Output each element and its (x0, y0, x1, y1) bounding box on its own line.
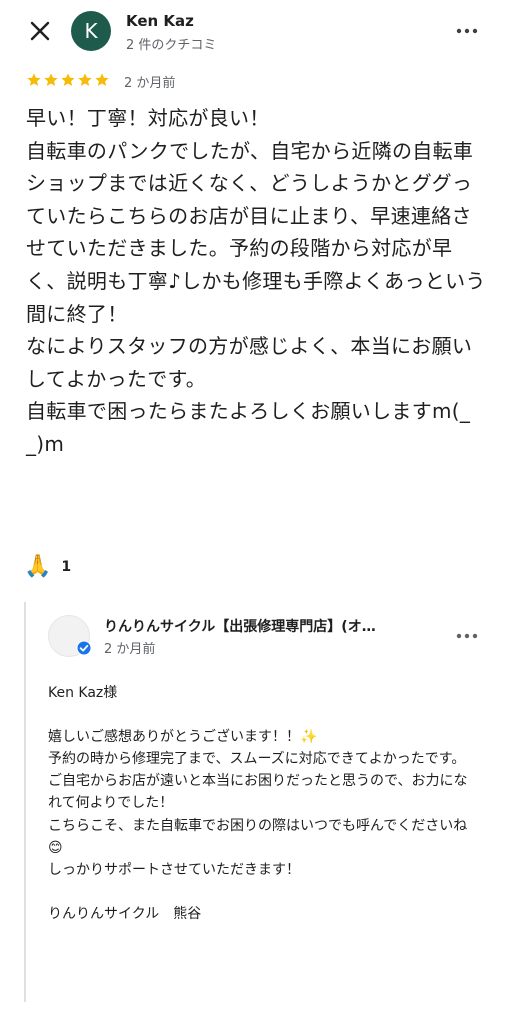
owner-name[interactable]: りんりんサイクル【出張修理専門店】(オ… (104, 616, 428, 636)
close-button[interactable] (26, 17, 54, 45)
star-icon (61, 73, 75, 86)
reaction-button[interactable]: 🙏 1 (24, 554, 71, 579)
star-rating (26, 72, 110, 88)
star-icon (95, 73, 109, 86)
reply-line: Ken Kaz様 (48, 685, 118, 701)
reviewer-name[interactable]: Ken Kaz (126, 12, 194, 30)
star-icon (27, 73, 41, 86)
reply-line: りんりんサイクル 熊谷 (48, 905, 202, 922)
reply-line: ご自宅からお店が遠いと本当にお困りだったと思うので、お力になれて何よりでした！ (48, 773, 468, 812)
review-text: 早い！丁寧！対応が良い！ 自転車のパンクでしたが、自宅から近隣の自転車ショップま… (26, 102, 486, 461)
reaction-count: 1 (61, 558, 72, 575)
more-vert-icon (456, 28, 478, 34)
review-paragraph: 早い！丁寧！対応が良い！ (26, 106, 270, 130)
reply-divider (24, 602, 26, 1002)
star-icon (44, 73, 58, 86)
reply-line: しっかりサポートさせていただきます！ (48, 861, 300, 878)
review-date: 2 か月前 (124, 76, 176, 91)
review-paragraph: なによりスタッフの方が感じよく、本当にお願いしてよかったです。 (26, 334, 473, 391)
reply-more-options-button[interactable] (455, 624, 479, 648)
more-vert-icon (456, 633, 478, 639)
reply-line: 嬉しいご感想ありがとうございます！！✨ (48, 729, 318, 746)
review-count: 2 件のクチコミ (126, 38, 217, 53)
owner-reply-date: 2 か月前 (104, 642, 156, 657)
close-icon (30, 21, 50, 41)
review-paragraph: 自転車で困ったらまたよろしくお願いしますm(_ _)m (26, 399, 471, 456)
avatar[interactable]: K (71, 11, 111, 51)
more-options-button[interactable] (455, 19, 479, 43)
reply-line: 予約の時から修理完了まで、スムーズに対応できてよかったです。 (48, 751, 466, 768)
reply-line: こちらこそ、また自転車でお困りの際はいつでも呼んでくださいね😊 (48, 817, 468, 856)
pray-emoji-icon: 🙏 (24, 554, 52, 579)
owner-reply-text: Ken Kaz様 嬉しいご感想ありがとうございます！！✨ 予約の時から修理完了ま… (48, 682, 478, 925)
verified-badge-icon (76, 640, 92, 656)
reply-line (48, 881, 478, 903)
review-paragraph: 自転車のパンクでしたが、自宅から近隣の自転車ショップまでは近くなく、どうしようか… (26, 138, 486, 326)
reply-line (48, 704, 478, 726)
star-icon (78, 73, 92, 86)
